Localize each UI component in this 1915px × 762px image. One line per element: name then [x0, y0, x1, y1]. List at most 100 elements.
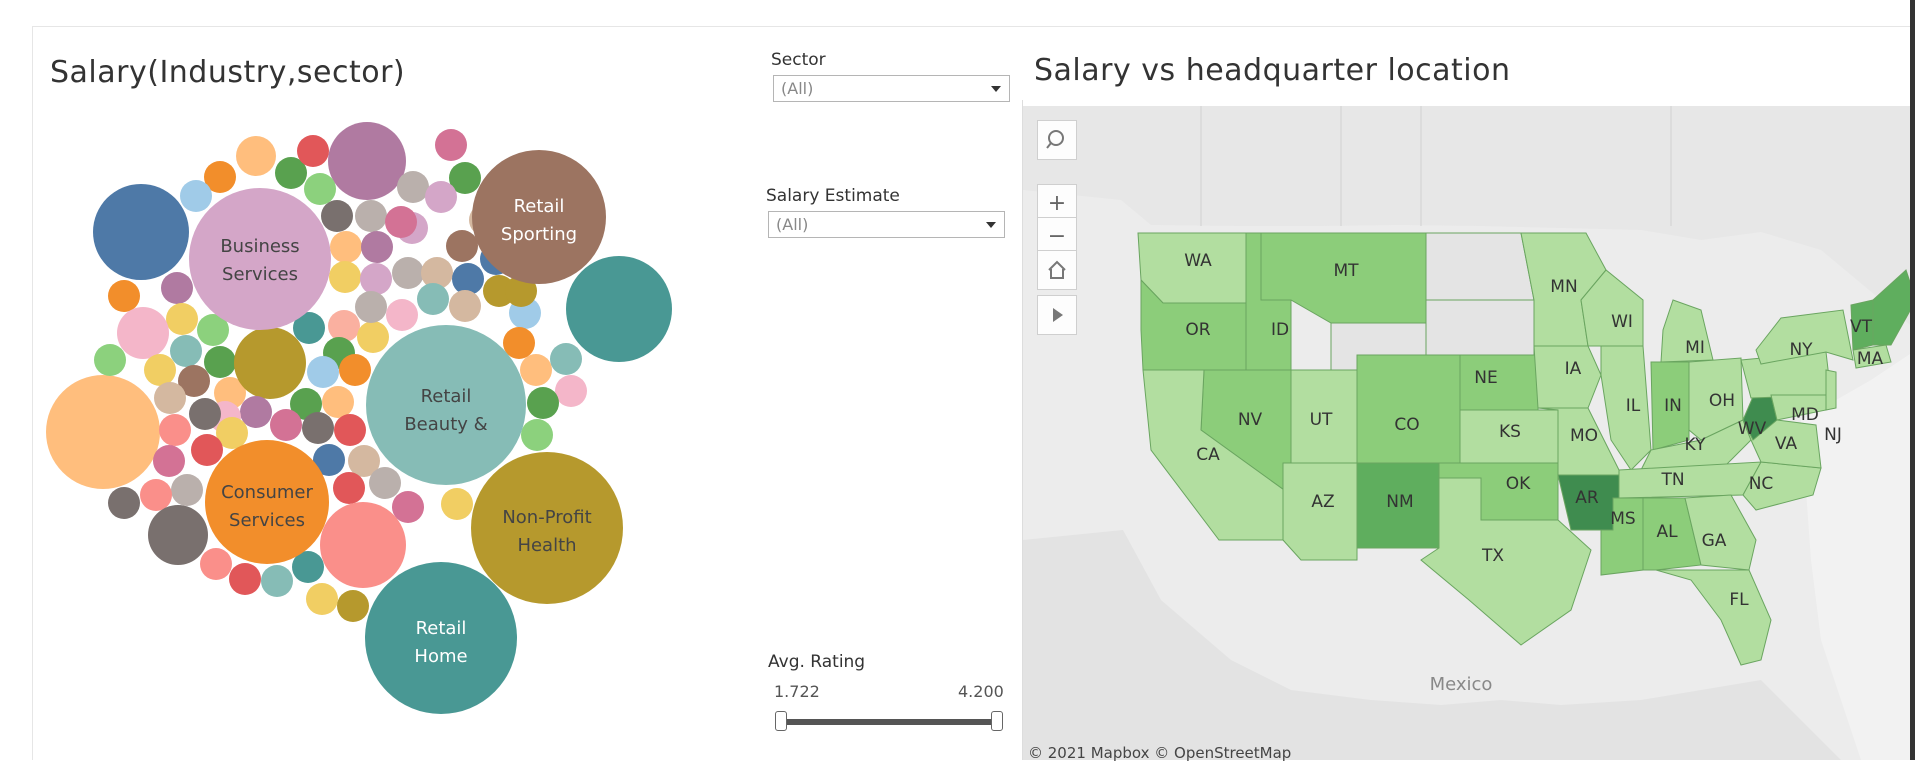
- bubble[interactable]: [417, 283, 449, 315]
- bubble[interactable]: [446, 230, 478, 262]
- bubble[interactable]: [361, 231, 393, 263]
- bubble-business-services[interactable]: Business Services: [189, 188, 331, 330]
- bubble[interactable]: [108, 280, 140, 312]
- bubble[interactable]: [449, 290, 481, 322]
- state-label-ny: NY: [1789, 340, 1813, 360]
- state-no-data[interactable]: [1425, 299, 1535, 356]
- sector-dropdown[interactable]: (All): [773, 75, 1010, 102]
- bubble[interactable]: [360, 263, 392, 295]
- bubble[interactable]: [527, 387, 559, 419]
- avg-rating-slider-max-handle[interactable]: [991, 711, 1003, 731]
- state-label-al: AL: [1656, 522, 1678, 542]
- bubble[interactable]: [521, 419, 553, 451]
- bubble[interactable]: [333, 472, 365, 504]
- bubble[interactable]: [180, 180, 212, 212]
- bubble[interactable]: [270, 409, 302, 441]
- bubble[interactable]: [154, 382, 186, 414]
- bubble[interactable]: [144, 354, 176, 386]
- state-nj[interactable]: [1825, 369, 1837, 411]
- bubble[interactable]: [355, 291, 387, 323]
- window-edge: [1910, 0, 1915, 760]
- bubble-non-profit-health[interactable]: Non-Profit Health: [471, 452, 623, 604]
- bubble[interactable]: [392, 491, 424, 523]
- bubble[interactable]: [328, 310, 360, 342]
- bubble[interactable]: [355, 200, 387, 232]
- state-fl[interactable]: [1655, 569, 1772, 666]
- bubble[interactable]: [140, 479, 172, 511]
- bubble-retail-beauty[interactable]: Retail Beauty &: [366, 325, 526, 485]
- bubble[interactable]: [452, 263, 484, 295]
- bubble[interactable]: [117, 307, 169, 359]
- bubble[interactable]: [320, 502, 406, 588]
- avg-rating-min-value: 1.722: [774, 682, 820, 701]
- bubble[interactable]: [148, 505, 208, 565]
- state-label-ok: OK: [1506, 474, 1531, 494]
- bubble[interactable]: [93, 184, 189, 280]
- bubble[interactable]: [339, 354, 371, 386]
- bubble[interactable]: [435, 129, 467, 161]
- home-icon: [1048, 260, 1066, 279]
- bubble[interactable]: [234, 327, 306, 399]
- state-label-vt: VT: [1850, 317, 1873, 337]
- bubble[interactable]: [337, 590, 369, 622]
- bubble[interactable]: [441, 488, 473, 520]
- bubble[interactable]: [200, 548, 232, 580]
- state-co[interactable]: [1356, 354, 1461, 464]
- bubble[interactable]: [392, 257, 424, 289]
- bubble[interactable]: [94, 344, 126, 376]
- bubble[interactable]: [236, 136, 276, 176]
- salary-estimate-dropdown[interactable]: (All): [768, 211, 1005, 238]
- bubble[interactable]: [302, 412, 334, 444]
- bubble[interactable]: [170, 335, 202, 367]
- bubble[interactable]: [240, 396, 272, 428]
- bubble[interactable]: [334, 414, 366, 446]
- bubble[interactable]: [204, 346, 236, 378]
- bubble-retail-home[interactable]: Retail Home: [365, 562, 517, 714]
- bubble[interactable]: [297, 135, 329, 167]
- bubble[interactable]: [322, 386, 354, 418]
- bubble[interactable]: [304, 173, 336, 205]
- bubble[interactable]: [397, 171, 429, 203]
- avg-rating-slider-min-handle[interactable]: [775, 711, 787, 731]
- bubble[interactable]: [159, 414, 191, 446]
- us-state-map[interactable]: WA OR ID MT MN WI MI NY VT MA CA NV UT CO NE IA IL IN OH WV…: [1022, 106, 1915, 760]
- bubble[interactable]: [161, 272, 193, 304]
- state-label-ma: MA: [1857, 349, 1884, 369]
- home-button[interactable]: [1037, 250, 1077, 290]
- state-label-mt: MT: [1333, 261, 1359, 281]
- bubble[interactable]: [550, 343, 582, 375]
- pan-mode-button[interactable]: [1037, 295, 1077, 335]
- bubble[interactable]: [330, 231, 362, 263]
- bubble[interactable]: [153, 445, 185, 477]
- bubble[interactable]: [306, 583, 338, 615]
- bubble[interactable]: [555, 375, 587, 407]
- avg-rating-slider-track[interactable]: [781, 719, 1001, 725]
- bubble[interactable]: [46, 375, 160, 489]
- bubble[interactable]: [171, 474, 203, 506]
- map-search-button[interactable]: [1037, 120, 1077, 160]
- bubble-consumer-services[interactable]: Consumer Services: [205, 440, 329, 564]
- state-tn[interactable]: [1618, 461, 1762, 499]
- bubble[interactable]: [369, 467, 401, 499]
- bubble[interactable]: [566, 256, 672, 362]
- bubble[interactable]: [191, 434, 223, 466]
- bubble[interactable]: [321, 200, 353, 232]
- state-no-data[interactable]: [1425, 232, 1535, 301]
- bubble[interactable]: [166, 303, 198, 335]
- bubble[interactable]: [386, 299, 418, 331]
- bubble[interactable]: [385, 206, 417, 238]
- bubble[interactable]: [229, 563, 261, 595]
- bubble[interactable]: [357, 321, 389, 353]
- bubble[interactable]: [189, 398, 221, 430]
- bubble[interactable]: [425, 181, 457, 213]
- bubble-retail-sporting[interactable]: Retail Sporting: [472, 150, 606, 284]
- bubble[interactable]: [328, 122, 406, 200]
- search-icon: [1046, 130, 1064, 149]
- bubble-label-line1: Retail: [421, 386, 472, 407]
- bubble[interactable]: [108, 487, 140, 519]
- state-label-oh: OH: [1709, 391, 1735, 411]
- bubble[interactable]: [261, 565, 293, 597]
- bubble[interactable]: [307, 356, 339, 388]
- bubble[interactable]: [520, 354, 552, 386]
- bubble[interactable]: [329, 261, 361, 293]
